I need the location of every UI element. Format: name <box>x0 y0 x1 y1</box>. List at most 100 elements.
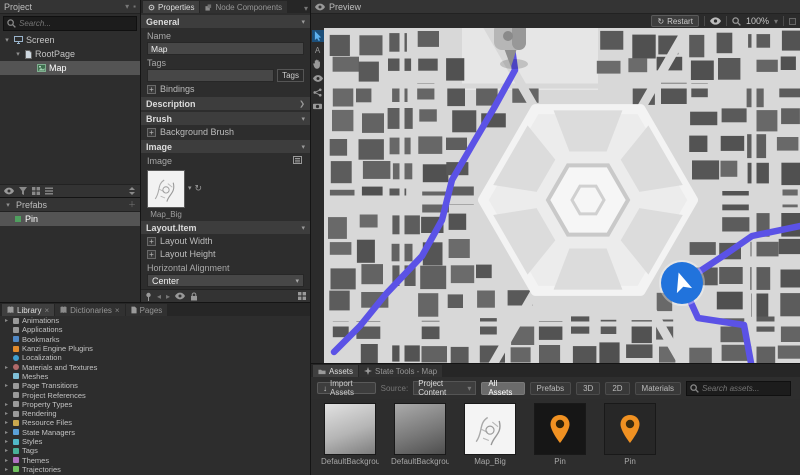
expand-arrow-icon[interactable]: ▸ <box>3 317 10 324</box>
horizontal-alignment-select[interactable]: Center ▾ <box>147 274 304 287</box>
asset-card-map-big[interactable]: Map_Big <box>461 403 519 466</box>
library-item-localization[interactable]: Localization <box>0 353 310 362</box>
expand-arrow-icon[interactable]: ▸ <box>3 466 10 473</box>
image-refresh-icon[interactable]: ↻ <box>195 170 203 194</box>
expand-arrow-icon[interactable]: ▸ <box>3 382 10 389</box>
nodes-tool[interactable] <box>312 86 324 98</box>
tags-button[interactable]: Tags <box>277 69 304 82</box>
library-item-state-managers[interactable]: ▸State Managers <box>0 428 310 437</box>
tab-library[interactable]: Library × <box>2 304 54 316</box>
list-view-icon[interactable] <box>45 187 53 195</box>
image-thumbnail[interactable] <box>147 170 185 208</box>
preview-viewport[interactable] <box>324 28 800 363</box>
expand-arrow-icon[interactable]: ▸ <box>3 410 10 417</box>
tab-state-tools-map[interactable]: State Tools - Map <box>359 365 442 377</box>
library-item-kanzi-engine-plugins[interactable]: Kanzi Engine Plugins <box>0 344 310 353</box>
project-search-input[interactable] <box>19 19 133 28</box>
section-layout-item[interactable]: Layout.Item ▾ <box>141 221 310 234</box>
library-item-rendering[interactable]: ▸Rendering <box>0 409 310 418</box>
add-bindings-row[interactable]: + Bindings <box>141 83 310 95</box>
filter-icon[interactable] <box>19 187 27 195</box>
panel-options-icon[interactable]: ▾ <box>125 2 129 11</box>
tab-dictionaries[interactable]: Dictionaries × <box>55 304 124 316</box>
pin-property-icon[interactable] <box>145 292 152 301</box>
eye-icon[interactable] <box>175 292 185 300</box>
library-item-animations[interactable]: ▸Animations <box>0 316 310 325</box>
section-image[interactable]: Image ▾ <box>141 140 310 153</box>
expand-arrow-icon[interactable]: ▸ <box>3 401 10 408</box>
import-assets-button[interactable]: ↓ Import Assets <box>317 382 376 394</box>
section-brush[interactable]: Brush ▾ <box>141 112 310 125</box>
library-item-bookmarks[interactable]: Bookmarks <box>0 335 310 344</box>
next-icon[interactable]: ▸ <box>166 292 170 301</box>
library-item-page-transitions[interactable]: ▸Page Transitions <box>0 381 310 390</box>
tree-item-screen[interactable]: ▾ Screen <box>0 33 140 47</box>
filter-2d[interactable]: 2D <box>605 382 629 395</box>
layout-grid-icon[interactable] <box>298 292 306 300</box>
asset-card-pin-2[interactable]: Pin <box>601 403 659 466</box>
expand-arrow-icon[interactable]: ▸ <box>3 364 10 371</box>
project-search[interactable] <box>3 16 137 31</box>
section-description[interactable]: Description ❯ <box>141 97 310 110</box>
asset-card-default-background-1[interactable]: DefaultBackgrou... <box>321 403 379 466</box>
prefab-item-pin[interactable]: Pin <box>0 212 140 226</box>
expand-all-icon[interactable] <box>128 187 136 195</box>
asset-browser-icon[interactable] <box>293 156 302 164</box>
assets-search[interactable] <box>686 381 791 396</box>
library-item-resource-files[interactable]: ▸Resource Files <box>0 418 310 427</box>
panel-pin-icon[interactable]: ▪ <box>133 2 136 11</box>
assets-search-input[interactable] <box>702 384 787 393</box>
tags-input[interactable] <box>147 69 274 82</box>
zoom-dropdown-icon[interactable]: ▾ <box>774 17 778 26</box>
expand-arrow-icon[interactable]: ▸ <box>3 447 10 454</box>
library-item-meshes[interactable]: Meshes <box>0 372 310 381</box>
pointer-tool[interactable] <box>312 30 324 42</box>
library-item-themes[interactable]: ▸Themes <box>0 455 310 464</box>
tree-item-map[interactable]: Map <box>0 61 140 75</box>
filter-all-assets[interactable]: All Assets <box>481 382 524 395</box>
expand-arrow-icon[interactable]: ▸ <box>3 429 10 436</box>
tab-node-components[interactable]: Node Components <box>200 1 287 13</box>
filter-materials[interactable]: Materials <box>635 382 681 395</box>
preview-visibility-icon[interactable] <box>710 17 721 25</box>
filter-3d[interactable]: 3D <box>576 382 600 395</box>
tree-item-rootpage[interactable]: ▾ RootPage <box>0 47 140 61</box>
library-item-applications[interactable]: Applications <box>0 325 310 334</box>
add-layout-height-row[interactable]: + Layout Height <box>141 248 310 260</box>
asset-card-pin-1[interactable]: Pin <box>531 403 589 466</box>
add-prefab-icon[interactable]: ＋ <box>128 199 136 210</box>
expand-arrow-icon[interactable]: ▸ <box>3 438 10 445</box>
tabbar-menu-icon[interactable]: ▾ <box>304 4 308 13</box>
zoom-level[interactable]: 100% <box>746 16 769 26</box>
preview-option-checkbox[interactable] <box>789 18 796 25</box>
expand-arrow-icon[interactable]: ▾ <box>14 50 22 58</box>
text-tool[interactable]: A <box>312 44 324 56</box>
library-item-project-references[interactable]: Project References <box>0 390 310 399</box>
tab-properties[interactable]: Properties <box>143 1 199 13</box>
tab-pages[interactable]: Pages <box>126 304 168 316</box>
section-general[interactable]: General ▾ <box>141 15 310 28</box>
library-item-tags[interactable]: ▸Tags <box>0 446 310 455</box>
library-item-property-types[interactable]: ▸Property Types <box>0 400 310 409</box>
tab-assets[interactable]: Assets <box>313 365 358 377</box>
prev-icon[interactable]: ◂ <box>157 292 161 301</box>
add-layout-width-row[interactable]: + Layout Width <box>141 235 310 247</box>
expand-arrow-icon[interactable]: ▸ <box>3 419 10 426</box>
close-tab-icon[interactable]: × <box>115 306 120 315</box>
add-background-brush-row[interactable]: + Background Brush <box>141 126 310 138</box>
image-dropdown-icon[interactable]: ▾ <box>188 170 192 192</box>
source-dropdown[interactable]: Project Content ▾ <box>413 381 476 395</box>
lock-icon[interactable] <box>190 292 198 301</box>
name-input[interactable] <box>147 42 304 55</box>
visibility-icon[interactable] <box>4 187 14 195</box>
restart-button[interactable]: ↻ Restart <box>651 15 699 27</box>
expand-arrow-icon[interactable]: ▸ <box>3 457 10 464</box>
close-tab-icon[interactable]: × <box>44 306 49 315</box>
library-item-materials-and-textures[interactable]: ▸Materials and Textures <box>0 362 310 371</box>
capture-tool[interactable] <box>312 100 324 112</box>
filter-prefabs[interactable]: Prefabs <box>530 382 572 395</box>
inspect-tool[interactable] <box>312 72 324 84</box>
asset-card-default-background-2[interactable]: DefaultBackgrou... <box>391 403 449 466</box>
library-item-trajectories[interactable]: ▸Trajectories <box>0 465 310 474</box>
expand-arrow-icon[interactable]: ▾ <box>3 36 11 44</box>
